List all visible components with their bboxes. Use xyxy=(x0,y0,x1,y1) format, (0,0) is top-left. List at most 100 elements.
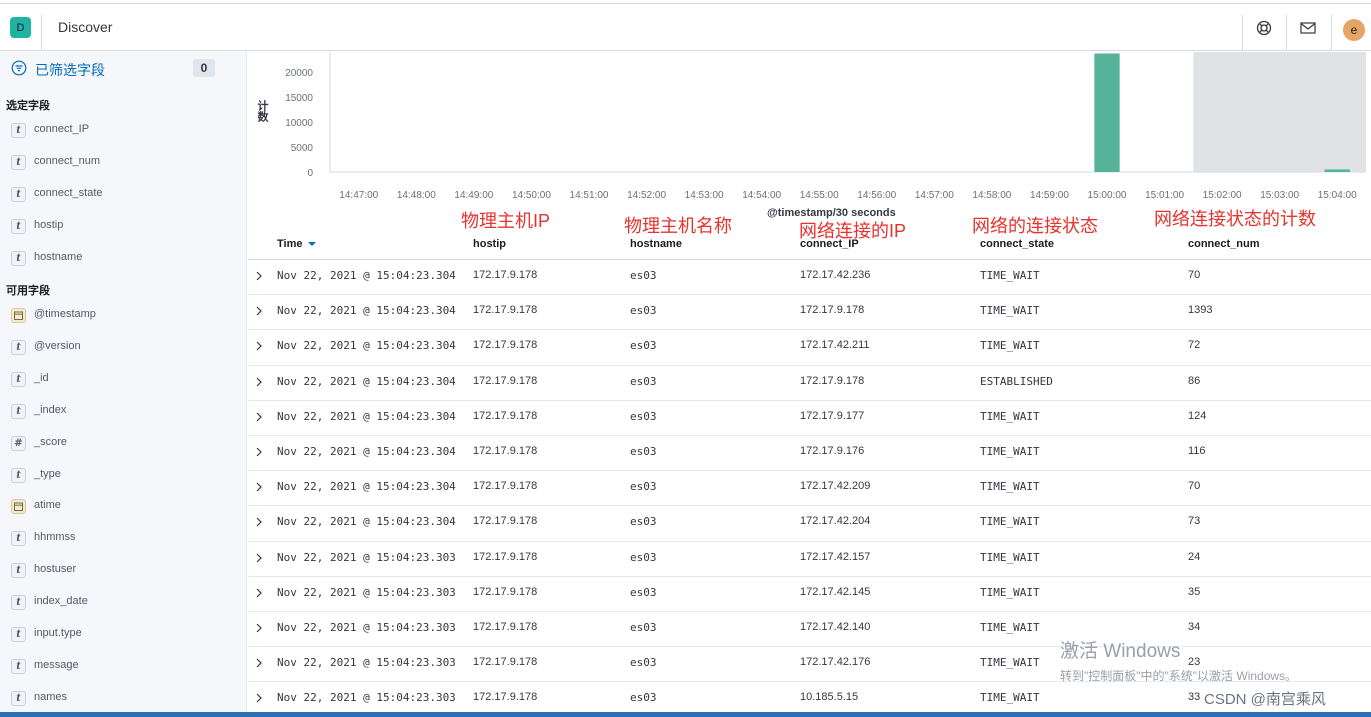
cell-connect-ip: 172.17.9.176 xyxy=(800,444,865,457)
sort-down-icon[interactable] xyxy=(307,241,316,247)
x-tick-label: 14:57:00 xyxy=(915,190,954,201)
cell-time: Nov 22, 2021 @ 15:04:23.304 xyxy=(277,409,456,423)
x-tick-label: 14:52:00 xyxy=(627,190,666,201)
field-name: index_date xyxy=(34,595,88,608)
cell-hostname: es03 xyxy=(630,656,657,670)
string-type-icon: t xyxy=(11,218,26,234)
column-header-hostip[interactable]: hostip xyxy=(473,238,506,250)
cell-connect-ip: 172.17.9.177 xyxy=(800,409,865,422)
cell-connect-state: TIME_WAIT xyxy=(980,515,1040,529)
field-item[interactable]: atime xyxy=(0,495,246,519)
x-tick-label: 14:47:00 xyxy=(339,190,378,201)
chevron-right-icon[interactable] xyxy=(254,411,264,423)
cell-hostname: es03 xyxy=(630,269,657,282)
table-row[interactable]: Nov 22, 2021 @ 15:04:23.303 172.17.9.178 e… xyxy=(248,577,1371,612)
table-row[interactable]: Nov 22, 2021 @ 15:04:23.304 172.17.9.178 e… xyxy=(248,260,1371,296)
string-type-icon: t xyxy=(11,186,26,202)
table-row[interactable]: Nov 22, 2021 @ 15:04:23.303 172.17.9.178 e… xyxy=(248,542,1371,577)
chevron-right-icon[interactable] xyxy=(254,340,264,352)
table-row[interactable]: Nov 22, 2021 @ 15:04:23.304 172.17.9.178 e… xyxy=(248,366,1371,401)
cell-hostip: 172.17.9.178 xyxy=(473,304,538,317)
table-row[interactable]: Nov 22, 2021 @ 15:04:23.304 172.17.9.178 e… xyxy=(248,436,1371,472)
field-name: @version xyxy=(34,339,81,352)
field-item[interactable]: t _type xyxy=(0,464,246,488)
cell-time: Nov 22, 2021 @ 15:04:23.304 xyxy=(277,374,456,388)
string-type-icon: t xyxy=(11,690,26,706)
field-item[interactable]: t hostuser xyxy=(0,559,246,583)
string-type-icon: t xyxy=(11,531,26,547)
cell-connect-num: 73 xyxy=(1188,515,1201,528)
cell-connect-num: 70 xyxy=(1188,480,1201,493)
cell-connect-ip: 10.185.5.15 xyxy=(800,691,859,704)
column-header-time[interactable]: Time xyxy=(277,238,316,250)
app-badge[interactable]: D xyxy=(10,17,31,38)
cell-connect-num: 86 xyxy=(1188,374,1201,387)
table-row[interactable]: Nov 22, 2021 @ 15:04:23.304 172.17.9.178 e… xyxy=(248,506,1371,542)
chevron-right-icon[interactable] xyxy=(254,305,264,317)
field-item[interactable]: t hostip xyxy=(0,215,246,239)
filtered-fields-toggle[interactable]: 已筛选字段 0 xyxy=(10,58,220,80)
mail-icon[interactable] xyxy=(1298,18,1318,38)
table-row[interactable]: Nov 22, 2021 @ 15:04:23.304 172.17.9.178 e… xyxy=(248,295,1371,331)
avatar[interactable]: e xyxy=(1343,19,1365,41)
field-item[interactable]: t hostname xyxy=(0,247,246,271)
field-item[interactable]: t names xyxy=(0,687,246,711)
x-tick-label: 14:48:00 xyxy=(397,190,436,201)
cell-connect-ip: 172.17.9.178 xyxy=(800,374,865,387)
help-lifebuoy-icon[interactable] xyxy=(1254,18,1274,38)
cell-connect-state: TIME_WAIT xyxy=(980,550,1040,564)
histogram-chart: 计数 0 5000 10000 15000 20000 14:47:00 14:48:00 1… xyxy=(248,52,1371,224)
table-row[interactable]: Nov 22, 2021 @ 15:04:23.304 172.17.9.178 e… xyxy=(248,330,1371,366)
cell-hostname: es03 xyxy=(630,339,657,353)
cell-hostip: 172.17.9.178 xyxy=(473,444,538,457)
field-item[interactable]: t _id xyxy=(0,368,246,392)
x-tick-label: 14:58:00 xyxy=(972,190,1011,201)
cell-connect-ip: 172.17.42.236 xyxy=(800,269,871,281)
chevron-right-icon[interactable] xyxy=(254,516,264,528)
column-header-connect-num[interactable]: connect_num xyxy=(1188,238,1260,250)
column-header-connect-state[interactable]: connect_state xyxy=(980,238,1054,250)
cell-hostip: 172.17.9.178 xyxy=(473,620,538,633)
field-item[interactable]: t input.type xyxy=(0,623,246,647)
table-row[interactable]: Nov 22, 2021 @ 15:04:23.304 172.17.9.178 e… xyxy=(248,471,1371,507)
chevron-right-icon[interactable] xyxy=(254,587,264,599)
field-item[interactable]: t hhmmss xyxy=(0,527,246,551)
field-item[interactable]: t message xyxy=(0,655,246,679)
chevron-right-icon[interactable] xyxy=(254,692,264,704)
chevron-right-icon[interactable] xyxy=(254,270,264,282)
column-header-hostname[interactable]: hostname xyxy=(630,238,682,250)
field-item[interactable]: t index_date xyxy=(0,591,246,615)
column-header-connect-ip[interactable]: connect_IP xyxy=(800,238,859,250)
y-tick-label: 0 xyxy=(307,168,313,179)
chevron-right-icon[interactable] xyxy=(254,446,264,458)
cell-connect-num: 1393 xyxy=(1188,304,1213,317)
watermark-title: 激活 Windows xyxy=(1060,641,1181,662)
histogram-bar xyxy=(1094,53,1120,172)
chevron-right-icon[interactable] xyxy=(254,622,264,634)
cell-hostname: es03 xyxy=(630,691,657,705)
field-item[interactable]: @timestamp xyxy=(0,304,246,328)
cell-time: Nov 22, 2021 @ 15:04:23.303 xyxy=(277,691,456,705)
string-type-icon: t xyxy=(11,123,26,138)
field-item[interactable]: t _index xyxy=(0,400,246,424)
field-item[interactable]: t connect_num xyxy=(0,151,246,175)
header-divider xyxy=(41,15,42,51)
field-item[interactable]: t @version xyxy=(0,336,246,360)
field-item[interactable]: t connect_state xyxy=(0,183,246,207)
chevron-right-icon[interactable] xyxy=(254,376,264,388)
selected-fields-title: 选定字段 xyxy=(6,100,50,112)
cell-hostname: es03 xyxy=(630,480,657,494)
chevron-right-icon[interactable] xyxy=(254,657,264,669)
field-item[interactable]: # _score xyxy=(0,432,246,456)
cell-connect-ip: 172.17.42.145 xyxy=(800,585,871,598)
chevron-right-icon[interactable] xyxy=(254,481,264,493)
field-name: connect_num xyxy=(34,154,101,167)
table-row[interactable]: Nov 22, 2021 @ 15:04:23.304 172.17.9.178 e… xyxy=(248,401,1371,436)
field-item[interactable]: t connect_IP xyxy=(0,119,246,143)
string-type-icon: t xyxy=(11,563,26,579)
number-type-icon: # xyxy=(11,435,26,451)
chevron-right-icon[interactable] xyxy=(254,552,264,564)
x-tick-label: 14:56:00 xyxy=(857,190,896,201)
top-header: D Discover e xyxy=(0,3,1371,51)
windows-activation-watermark: 激活 Windows 转到"控制面板"中的"系统"以激活 Windows。 xyxy=(1060,636,1297,684)
